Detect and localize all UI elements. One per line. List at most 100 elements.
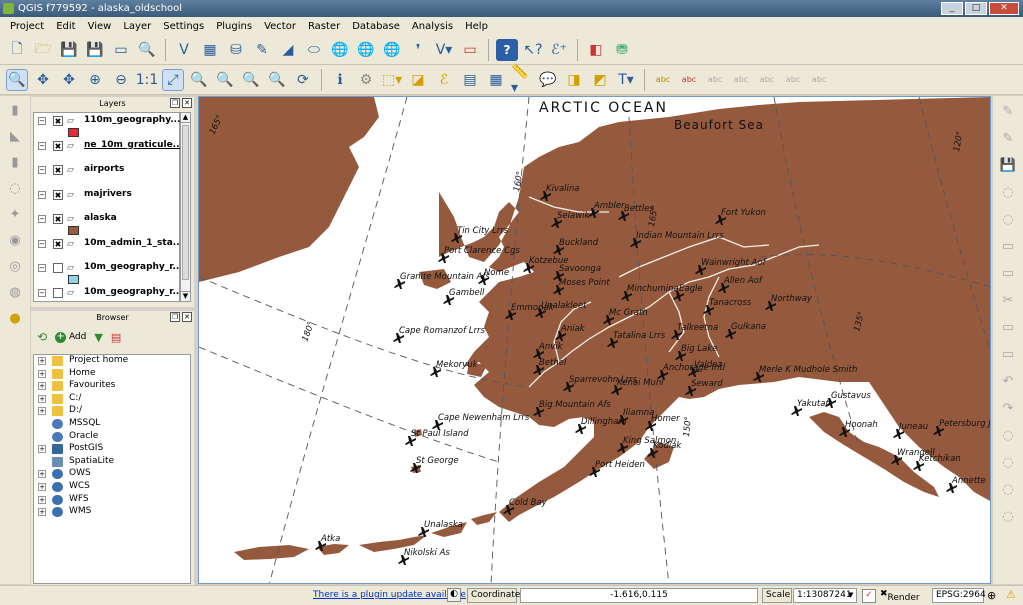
browser-item[interactable]: + WMS (34, 506, 190, 519)
zoom-full-icon[interactable]: ⤢ (162, 68, 184, 91)
paste-features-icon[interactable]: ▭ (997, 344, 1019, 366)
whats-this-icon[interactable]: ↖? (522, 39, 544, 61)
expand-toggle-icon[interactable]: − (38, 215, 46, 223)
label-tool-icon[interactable]: abc (652, 69, 674, 91)
map-svg[interactable]: ARCTIC OCEANBeaufort Sea 165°160°180°165… (199, 97, 991, 584)
close-panel-button[interactable]: ✕ (182, 98, 192, 108)
layer-visibility-checkbox[interactable]: ✖ (53, 140, 63, 151)
expand-toggle-icon[interactable]: + (38, 407, 46, 416)
layer-item[interactable]: − ✖ ▱ alaska (34, 211, 179, 236)
add-postgis-layer-icon[interactable]: ⛁ (225, 39, 247, 61)
deselect-icon[interactable]: ◪ (407, 69, 429, 91)
offset-curve-icon[interactable]: ● (4, 308, 26, 330)
stop-render-icon[interactable]: ✓ (862, 589, 876, 603)
copy-features-icon[interactable]: ▭ (997, 317, 1019, 339)
measure-icon[interactable]: 📏▾ (511, 64, 533, 96)
db-manager-icon[interactable]: ⛃ (611, 39, 633, 61)
select-features-icon[interactable]: ⬚▾ (381, 69, 403, 91)
layer-item[interactable]: − ✖ ▱ airports (34, 162, 179, 187)
undo-icon[interactable]: ↶ (997, 371, 1019, 393)
expand-toggle-icon[interactable]: − (38, 264, 46, 272)
zoom-last-icon[interactable]: 🔍 (240, 69, 262, 91)
browser-item[interactable]: + Favourites (34, 380, 190, 393)
float-panel-button[interactable]: ❐ (170, 98, 180, 108)
zoom-native-icon[interactable]: 1:1 (136, 69, 159, 91)
zoom-to-layer-icon[interactable]: 🔍 (214, 69, 236, 91)
new-shapefile-icon[interactable]: V▾ (433, 39, 455, 61)
layer-visibility-checkbox[interactable] (53, 263, 63, 273)
close-browser-button[interactable]: ✕ (182, 312, 192, 322)
add-raster-layer-icon[interactable]: ▦ (199, 39, 221, 61)
show-bookmarks-icon[interactable]: ◩ (589, 69, 611, 91)
layer-visibility-checkbox[interactable]: ✖ (53, 189, 63, 200)
touch-zoom-icon[interactable]: ✥ (58, 69, 80, 91)
delete-selected-icon[interactable]: ▭ (997, 263, 1019, 285)
add-ring-icon[interactable]: ◌ (4, 178, 26, 200)
menu-database[interactable]: Database (346, 21, 406, 32)
expand-toggle-icon[interactable]: + (38, 382, 46, 391)
menu-layer[interactable]: Layer (117, 21, 157, 32)
save-edits-icon[interactable]: 💾 (997, 155, 1019, 177)
layer-tree-scrollbar[interactable]: ▲ ▼ (180, 112, 191, 302)
action-gear-icon[interactable]: ⚙ (355, 69, 377, 91)
merge-features-icon[interactable]: ◌ (997, 479, 1019, 501)
add-wms-layer-icon[interactable]: 🌐 (329, 39, 351, 61)
zoom-in-icon[interactable]: ⊕ (84, 69, 106, 91)
filter-icon[interactable]: ▼ (94, 331, 102, 344)
menu-raster[interactable]: Raster (302, 21, 346, 32)
composer-manager-icon[interactable]: 🔍 (136, 39, 158, 61)
save-as-icon[interactable]: 💾 (84, 39, 106, 61)
capture-line-icon[interactable]: ▮ (4, 100, 26, 122)
text-annotation-icon[interactable]: T▾ (615, 69, 637, 91)
redo-icon[interactable]: ↷ (997, 398, 1019, 420)
expression-icon[interactable]: ℰ⁺ (548, 39, 570, 61)
expand-toggle-icon[interactable]: − (38, 239, 46, 248)
close-button[interactable]: ✕ (989, 2, 1019, 15)
minimize-button[interactable]: _ (941, 2, 963, 15)
layer-visibility-checkbox[interactable] (53, 287, 63, 298)
crs-button[interactable]: EPSG:2964 (932, 588, 986, 603)
browser-item[interactable]: + C:/ (34, 393, 190, 406)
fill-ring-icon[interactable]: ◌ (997, 506, 1019, 528)
capture-polygon-icon[interactable]: ◣ (4, 126, 26, 148)
python-plugin-icon[interactable]: ◧ (585, 39, 607, 61)
layer-item[interactable]: − ✖ ▱ majrivers (34, 187, 179, 212)
add-part-icon[interactable]: ✦ (4, 204, 26, 226)
new-bookmark-icon[interactable]: ◨ (563, 69, 585, 91)
expand-toggle-icon[interactable]: + (38, 369, 46, 378)
map-tips-icon[interactable]: 💬 (537, 69, 559, 91)
cut-features-icon[interactable]: ✂ (997, 290, 1019, 312)
expand-toggle-icon[interactable]: + (38, 508, 46, 517)
properties-icon[interactable]: ▤ (111, 331, 121, 344)
layer-item[interactable]: − ▱ 10m_geography_r... (34, 260, 183, 285)
browser-item[interactable]: + Home (34, 368, 190, 381)
render-checkbox[interactable]: ✖ Render (880, 589, 920, 603)
browser-item[interactable]: + D:/ (34, 405, 190, 418)
expand-toggle-icon[interactable]: + (38, 482, 46, 491)
move-feature-icon[interactable]: ◌ (997, 209, 1019, 231)
zoom-to-selection-icon[interactable]: 🔍 (188, 69, 210, 91)
expand-toggle-icon[interactable]: + (38, 470, 46, 479)
pin-labels-icon[interactable]: abc (704, 69, 726, 91)
open-project-icon[interactable]: 🗁 (32, 39, 54, 61)
expand-toggle-icon[interactable]: − (38, 190, 46, 199)
toggle-editing-icon[interactable]: ✎ (997, 128, 1019, 150)
menu-plugins[interactable]: Plugins (210, 21, 258, 32)
layer-item[interactable]: − ✖ ▱ ne_10m_graticule... (34, 138, 183, 163)
menu-analysis[interactable]: Analysis (406, 21, 459, 32)
change-label-icon[interactable]: abc (808, 69, 830, 91)
remove-layer-icon[interactable]: ▭ (459, 39, 481, 61)
add-wfs-layer-icon[interactable]: 🌐 (381, 39, 403, 61)
layer-item[interactable]: − ✖ ▱ 10m_admin_1_sta... (34, 236, 183, 261)
menu-view[interactable]: View (82, 21, 118, 32)
layer-visibility-checkbox[interactable]: ✖ (53, 214, 63, 224)
menu-settings[interactable]: Settings (157, 21, 210, 32)
browser-item[interactable]: Oracle (34, 431, 190, 444)
refresh-icon[interactable]: ⟳ (292, 69, 314, 91)
layer-item[interactable]: − ▱ 10m_geography_r... (34, 285, 183, 310)
layer-visibility-checkbox[interactable]: ✖ (53, 238, 63, 249)
menu-edit[interactable]: Edit (50, 21, 81, 32)
new-print-composer-icon[interactable]: ▭ (110, 39, 132, 61)
browser-item[interactable]: + OWS (34, 468, 190, 481)
maximize-button[interactable]: □ (965, 2, 987, 15)
